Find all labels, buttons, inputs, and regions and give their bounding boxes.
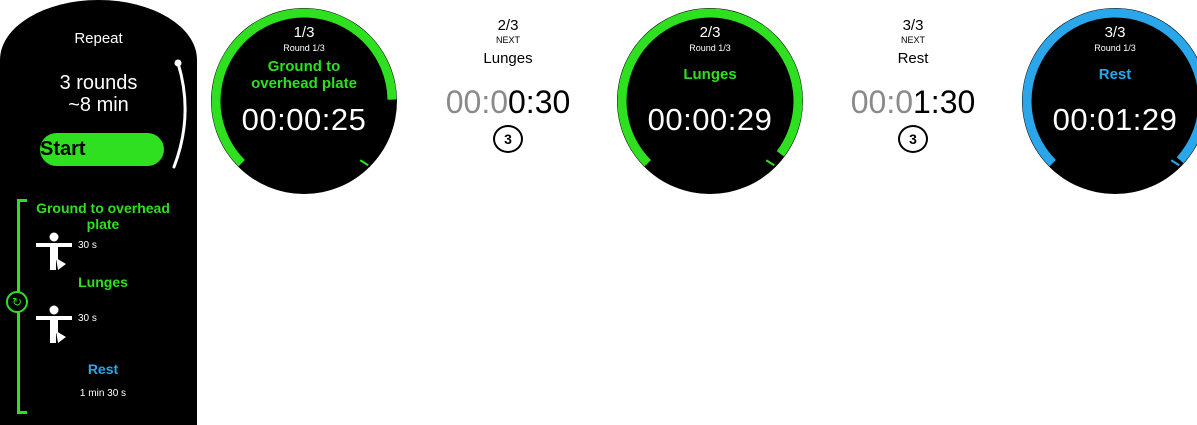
round-indicator: Round 1/3	[689, 43, 731, 53]
watch-screen-exercise-1: 1/3 Round 1/3 Ground to overhead plate 0…	[211, 8, 397, 194]
exercise-index: 2/3	[699, 24, 721, 41]
progress-end-marker	[1170, 159, 1180, 167]
exercise-name: Ground to overhead plate	[251, 58, 357, 92]
next-exercise-screen: 3/3 NEXT Rest 00:01:30 3	[838, 17, 988, 153]
timer: 00:00:25	[241, 102, 367, 137]
workout-overview-panel: Repeat 3 rounds ~8 min Start ↻ Ground to…	[0, 0, 197, 425]
exercise-index: 1/3	[293, 24, 315, 41]
next-label: NEXT	[495, 35, 520, 45]
exercise-index: 3/3	[1104, 24, 1126, 41]
timer: 00:01:30	[850, 84, 976, 120]
repeat-title: Repeat	[74, 30, 123, 47]
exercise-name: Rest	[1098, 66, 1132, 83]
exercise-index: 2/3	[497, 17, 519, 34]
exercise-name: Lunges	[78, 274, 128, 290]
exercise-index: 3/3	[902, 17, 924, 34]
timer: 00:00:30	[445, 84, 571, 120]
next-label: NEXT	[900, 35, 925, 45]
exercise-duration: 30 s	[78, 313, 97, 324]
watch-screen-exercise-2: 2/3 Round 1/3 Lunges 00:00:29	[617, 8, 803, 194]
repeat-bracket-tick	[17, 199, 27, 202]
timer: 00:01:29	[1052, 102, 1178, 137]
exercise-name: Rest	[87, 361, 119, 377]
repeat-icon: ↻	[6, 291, 28, 313]
repeat-bracket-line	[17, 309, 20, 414]
countdown-badge: 3	[898, 125, 928, 153]
exercise-name: Ground to overhead plate	[36, 200, 170, 232]
timer: 00:00:29	[647, 102, 773, 137]
next-exercise-screen: 2/3 NEXT Lunges 00:00:30 3	[433, 17, 583, 153]
repeat-bracket-tick	[17, 411, 27, 414]
countdown-badge: 3	[493, 125, 523, 153]
progress-end-marker	[359, 159, 369, 167]
scroll-indicator[interactable]	[160, 55, 190, 175]
exercise-name: Lunges	[683, 66, 737, 83]
exercise-name: Lunges	[483, 50, 533, 67]
round-indicator: Round 1/3	[1094, 43, 1136, 53]
watch-screen-rest: 3/3 Round 1/3 Rest 00:01:29	[1022, 8, 1197, 194]
exercise-duration: 30 s	[78, 240, 97, 251]
round-indicator: Round 1/3	[283, 43, 325, 53]
start-button[interactable]: Start	[40, 133, 164, 166]
exercise-figure-icon	[36, 232, 72, 270]
repeat-bracket-line	[17, 200, 20, 295]
progress-end-marker	[765, 159, 775, 167]
exercise-name: Rest	[897, 50, 929, 67]
exercise-duration: 1 min 30 s	[79, 388, 127, 399]
exercise-figure-icon	[36, 305, 72, 343]
